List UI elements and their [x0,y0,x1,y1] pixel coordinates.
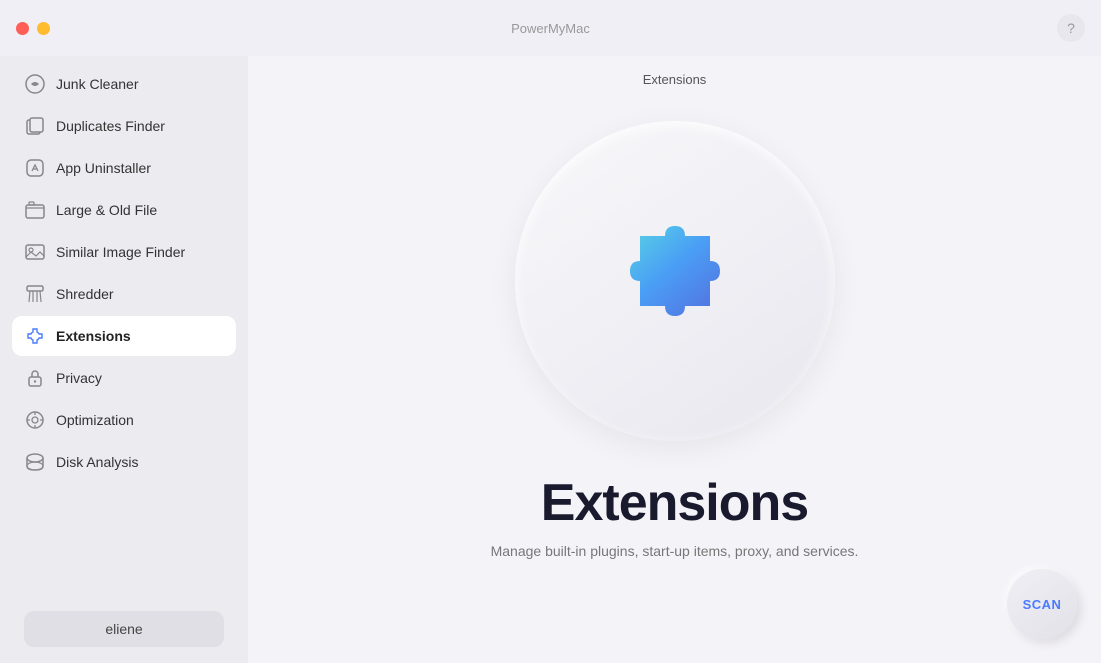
sidebar-item-app-uninstaller[interactable]: App Uninstaller [12,148,236,188]
content-area: Extensions Extensions Manage built-in pl… [248,56,1101,663]
sidebar-footer: eliene [12,603,236,655]
sidebar-item-app-uninstaller-label: App Uninstaller [56,160,151,176]
disk-analysis-icon [24,451,46,473]
sidebar-item-disk-analysis-label: Disk Analysis [56,454,138,470]
sidebar-item-optimization-label: Optimization [56,412,134,428]
junk-cleaner-icon [24,73,46,95]
sidebar-item-duplicates-finder-label: Duplicates Finder [56,118,165,134]
main-layout: Junk Cleaner Duplicates Finder App Unins… [0,56,1101,663]
shredder-icon [24,283,46,305]
scan-button[interactable]: SCAN [1007,569,1077,639]
content-header: Extensions [248,56,1101,103]
sidebar-item-large-old-file-label: Large & Old File [56,202,157,218]
sidebar-item-optimization[interactable]: Optimization [12,400,236,440]
large-old-file-icon [24,199,46,221]
sidebar-item-disk-analysis[interactable]: Disk Analysis [12,442,236,482]
content-header-title: Extensions [643,72,707,87]
sidebar: Junk Cleaner Duplicates Finder App Unins… [0,56,248,663]
titlebar: PowerMyMac ? [0,0,1101,56]
user-button[interactable]: eliene [24,611,224,647]
minimize-button[interactable] [37,22,50,35]
sidebar-item-junk-cleaner[interactable]: Junk Cleaner [12,64,236,104]
close-button[interactable] [16,22,29,35]
app-name: PowerMyMac [511,21,590,36]
sidebar-item-privacy[interactable]: Privacy [12,358,236,398]
sidebar-item-similar-image-finder[interactable]: Similar Image Finder [12,232,236,272]
optimization-icon [24,409,46,431]
privacy-icon [24,367,46,389]
feature-icon-circle [515,121,835,441]
sidebar-item-duplicates-finder[interactable]: Duplicates Finder [12,106,236,146]
duplicates-finder-icon [24,115,46,137]
sidebar-item-privacy-label: Privacy [56,370,102,386]
feature-title: Extensions [541,473,808,533]
sidebar-item-junk-cleaner-label: Junk Cleaner [56,76,139,92]
extensions-icon [24,325,46,347]
feature-description: Manage built-in plugins, start-up items,… [491,543,859,559]
sidebar-item-large-old-file[interactable]: Large & Old File [12,190,236,230]
sidebar-item-similar-image-finder-label: Similar Image Finder [56,244,185,260]
traffic-lights [16,22,50,35]
help-button[interactable]: ? [1057,14,1085,42]
sidebar-item-extensions[interactable]: Extensions [12,316,236,356]
sidebar-item-extensions-label: Extensions [56,328,131,344]
sidebar-item-shredder-label: Shredder [56,286,114,302]
puzzle-icon [585,191,765,371]
sidebar-item-shredder[interactable]: Shredder [12,274,236,314]
app-uninstaller-icon [24,157,46,179]
similar-image-finder-icon [24,241,46,263]
